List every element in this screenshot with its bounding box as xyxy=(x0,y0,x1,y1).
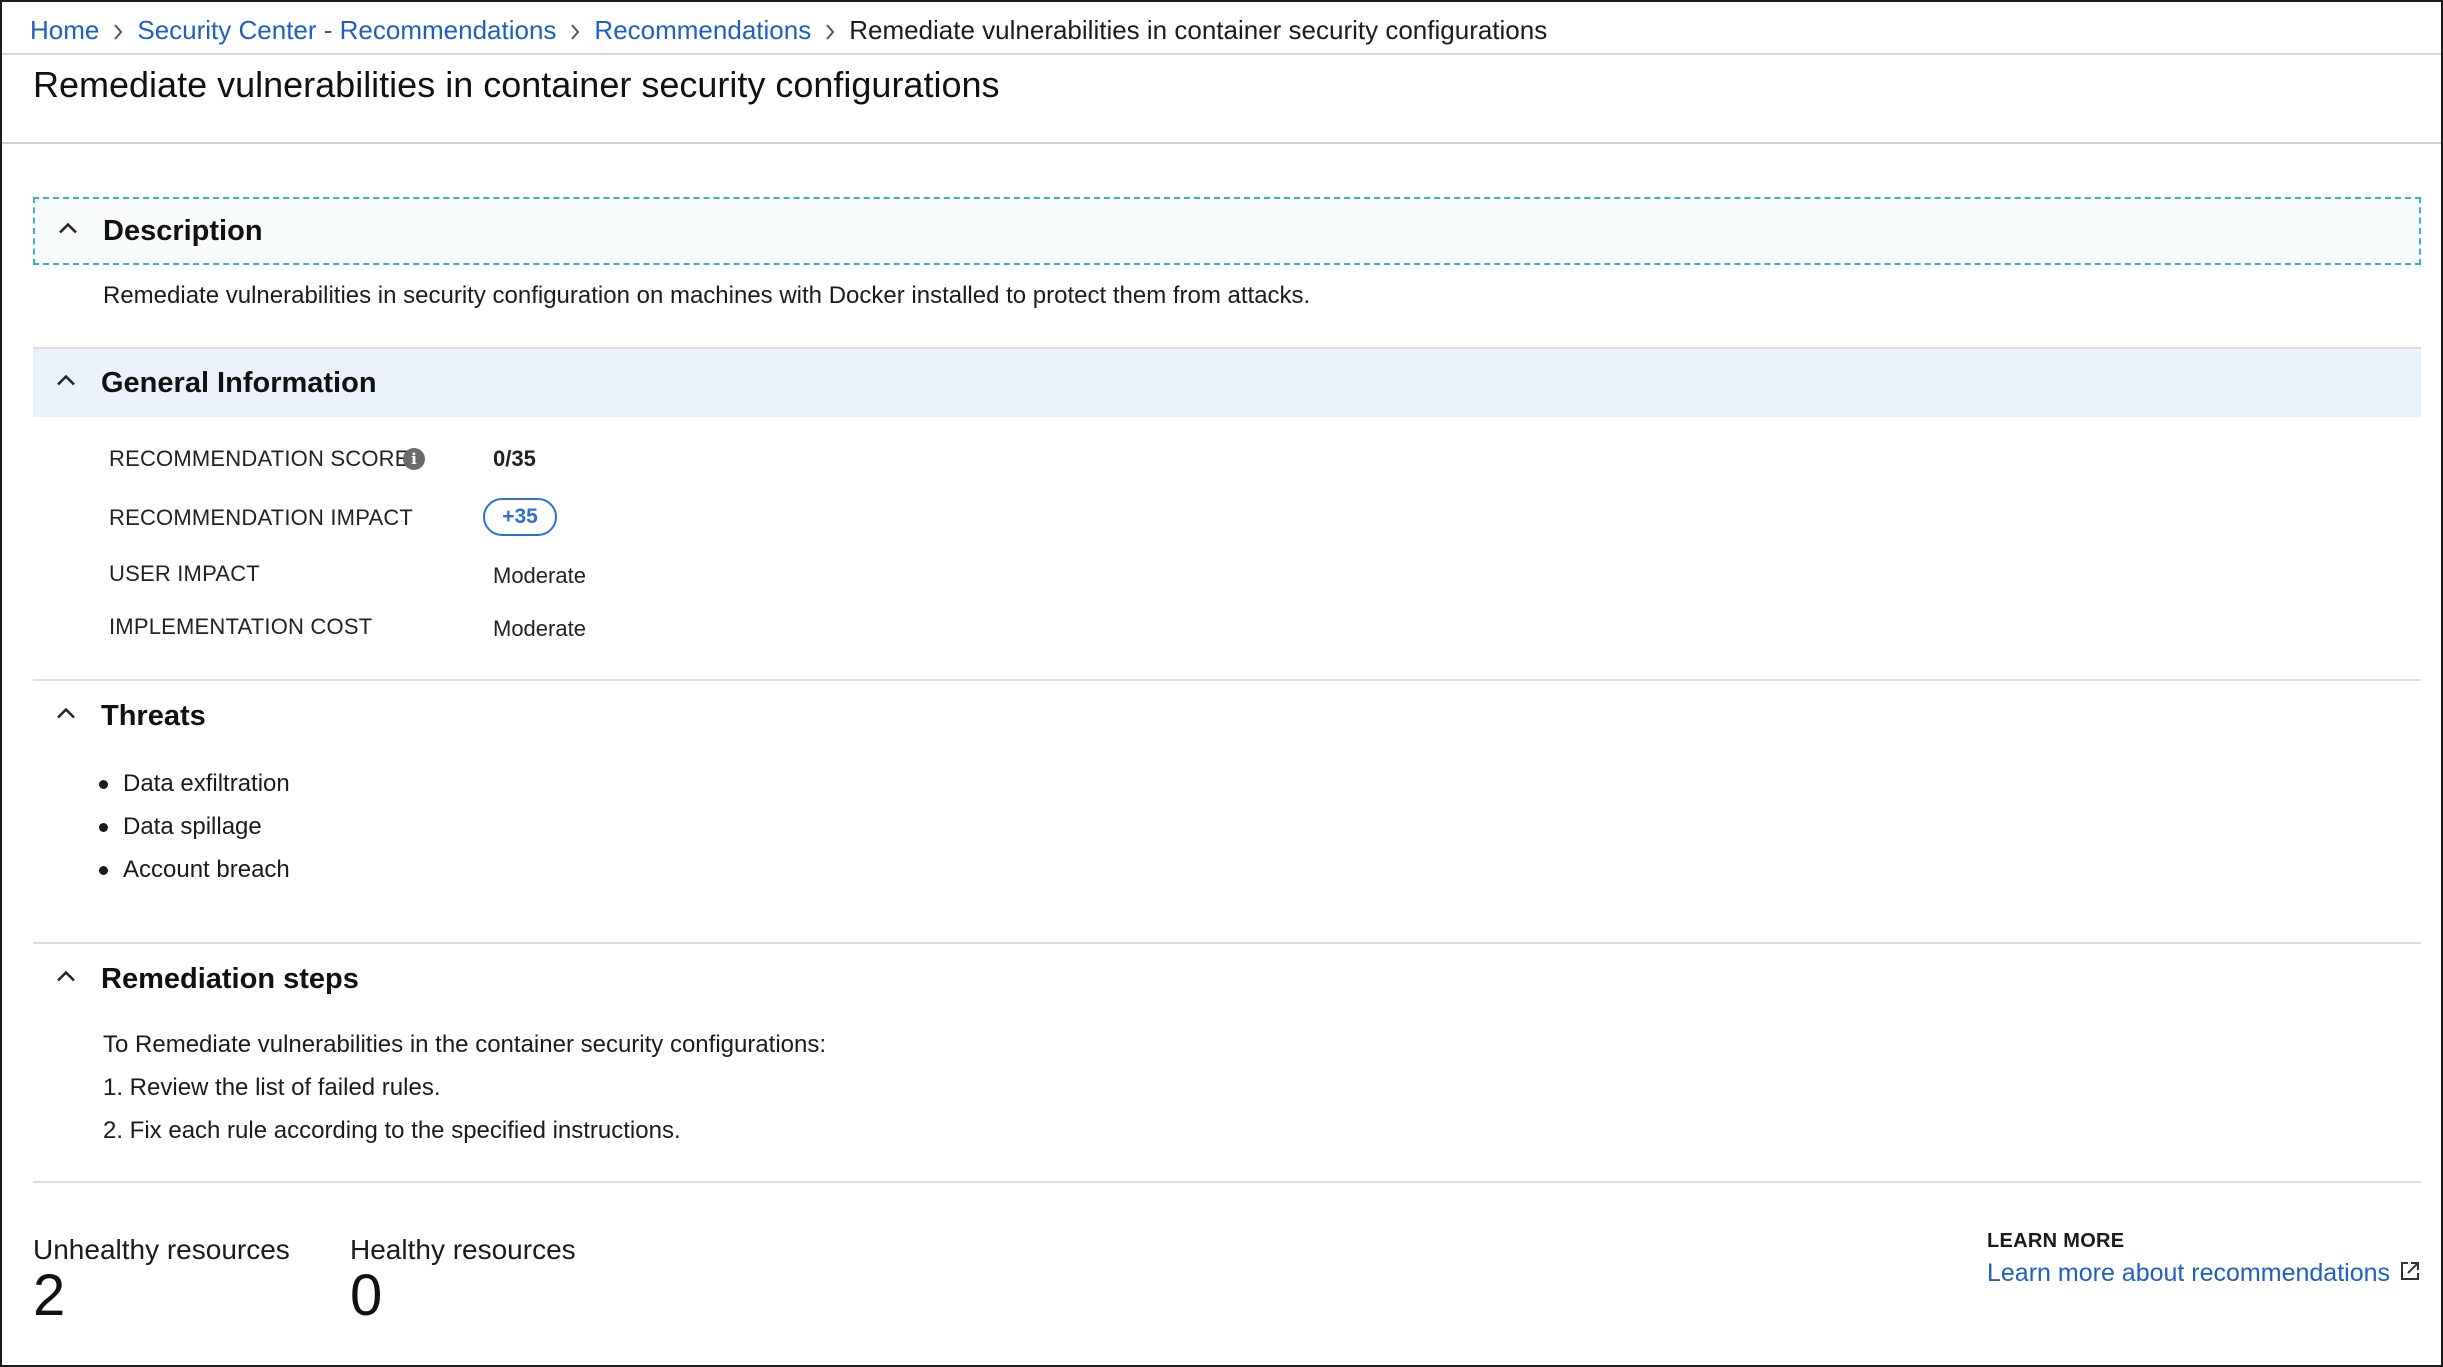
breadcrumb-recommendations[interactable]: Recommendations xyxy=(594,15,811,46)
divider xyxy=(2,53,2441,55)
implementation-cost-value: Moderate xyxy=(493,616,586,641)
chevron-right-icon xyxy=(99,15,137,46)
remediation-step: 2. Fix each rule according to the specif… xyxy=(103,1117,681,1144)
learn-more-caption: LEARN MORE xyxy=(1987,1230,2125,1252)
general-information-title: General Information xyxy=(101,366,377,399)
divider xyxy=(33,942,2421,944)
chevron-up-icon xyxy=(55,970,77,989)
list-item: Data spillage xyxy=(99,805,290,848)
user-impact-value: Moderate xyxy=(493,563,586,588)
description-title: Description xyxy=(103,214,263,247)
recommendation-impact-label: RECOMMENDATION IMPACT xyxy=(109,505,414,530)
breadcrumb: Home Security Center - Recommendations R… xyxy=(30,10,1547,50)
info-icon[interactable]: i xyxy=(403,448,425,470)
page-title: Remediate vulnerabilities in container s… xyxy=(33,64,1000,105)
remediation-step: 1. Review the list of failed rules. xyxy=(103,1074,441,1101)
list-item: Data exfiltration xyxy=(99,762,290,805)
remediation-steps-section-header[interactable]: Remediation steps xyxy=(33,945,2421,1013)
general-information-section-header[interactable]: General Information xyxy=(33,349,2421,417)
divider xyxy=(2,142,2441,144)
breadcrumb-security-center[interactable]: Security Center - Recommendations xyxy=(137,15,556,46)
chevron-right-icon xyxy=(811,15,849,46)
unhealthy-resources-count[interactable]: 2 xyxy=(33,1267,65,1325)
learn-more-link[interactable]: Learn more about recommendations xyxy=(1987,1259,2390,1288)
list-item: Account breach xyxy=(99,848,290,891)
recommendation-page: Home Security Center - Recommendations R… xyxy=(0,0,2443,1367)
implementation-cost-label: IMPLEMENTATION COST xyxy=(109,614,373,639)
recommendation-impact-badge: +35 xyxy=(483,498,557,536)
description-text: Remediate vulnerabilities in security co… xyxy=(103,282,1311,309)
recommendation-score-value: 0/35 xyxy=(493,446,536,471)
description-section-header[interactable]: Description xyxy=(33,197,2421,265)
divider xyxy=(33,1181,2421,1183)
remediation-steps-title: Remediation steps xyxy=(101,962,359,995)
unhealthy-resources-label: Unhealthy resources xyxy=(33,1234,290,1265)
healthy-resources-count[interactable]: 0 xyxy=(350,1267,382,1325)
recommendation-score-label: RECOMMENDATION SCORE xyxy=(109,446,410,471)
threats-section-header[interactable]: Threats xyxy=(33,682,2421,750)
external-link-icon[interactable] xyxy=(2399,1260,2421,1287)
divider xyxy=(33,679,2421,681)
chevron-right-icon xyxy=(556,15,594,46)
breadcrumb-home[interactable]: Home xyxy=(30,15,99,46)
chevron-up-icon xyxy=(55,707,77,726)
chevron-up-icon xyxy=(55,374,77,393)
remediation-intro: To Remediate vulnerabilities in the cont… xyxy=(103,1031,827,1058)
breadcrumb-current: Remediate vulnerabilities in container s… xyxy=(849,14,1548,45)
user-impact-label: USER IMPACT xyxy=(109,561,260,586)
chevron-up-icon xyxy=(57,222,79,241)
threats-list: Data exfiltration Data spillage Account … xyxy=(99,762,290,891)
healthy-resources-label: Healthy resources xyxy=(350,1234,576,1265)
threats-title: Threats xyxy=(101,699,206,732)
